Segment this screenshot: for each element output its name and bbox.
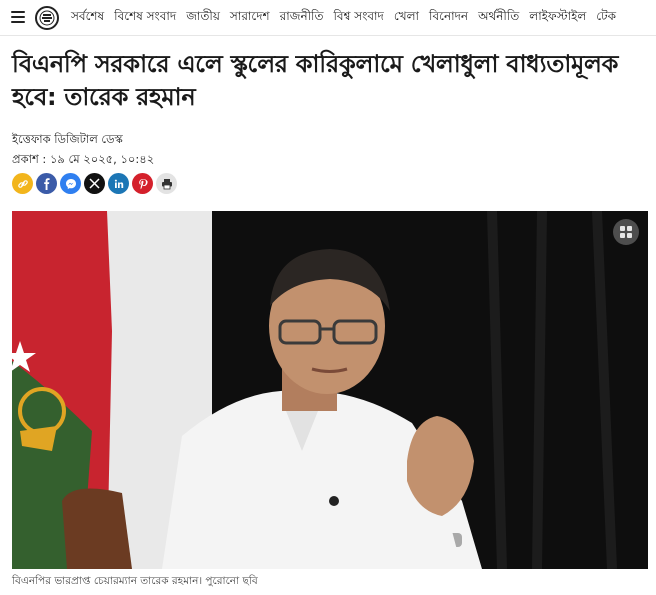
pinterest-icon[interactable] xyxy=(132,173,153,194)
article-author[interactable]: ইত্তেফাক ডিজিটাল ডেস্ক xyxy=(12,131,123,150)
site-logo-icon[interactable] xyxy=(35,6,59,30)
messenger-icon[interactable] xyxy=(60,173,81,194)
gallery-grid-icon[interactable] xyxy=(613,219,639,245)
nav-item-entertainment[interactable]: বিনোদন xyxy=(424,8,473,28)
nav-item-tech[interactable]: টেক xyxy=(591,8,621,28)
x-icon[interactable] xyxy=(84,173,105,194)
nav-item-world[interactable]: বিশ্ব সংবাদ xyxy=(329,8,389,28)
print-icon[interactable] xyxy=(156,173,177,194)
top-navbar: সর্বশেষ বিশেষ সংবাদ জাতীয় সারাদেশ রাজনী… xyxy=(0,0,656,36)
nav-item-lifestyle[interactable]: লাইফস্টাইল xyxy=(524,8,591,28)
article-photo xyxy=(12,211,648,569)
nav-item-politics[interactable]: রাজনীতি xyxy=(275,8,329,28)
facebook-icon[interactable] xyxy=(36,173,57,194)
copy-link-icon[interactable] xyxy=(12,173,33,194)
share-bar xyxy=(12,173,177,195)
nav-item-country[interactable]: সারাদেশ xyxy=(225,8,275,28)
hamburger-icon[interactable] xyxy=(11,11,25,23)
article-headline: বিএনপি সরকারে এলে স্কুলের কারিকুলামে খেল… xyxy=(12,50,619,111)
article-published-time: প্রকাশ : ১৯ মে ২০২৫, ১০:৪২ xyxy=(12,152,155,166)
nav-item-sports[interactable]: খেলা xyxy=(389,8,424,28)
nav-menu: সর্বশেষ বিশেষ সংবাদ জাতীয় সারাদেশ রাজনী… xyxy=(66,0,621,36)
photo-caption: বিএনপির ভারপ্রাপ্ত চেয়ারম্যান তারেক রহম… xyxy=(12,575,258,587)
nav-item-economy[interactable]: অর্থনীতি xyxy=(473,8,524,28)
nav-item-special-news[interactable]: বিশেষ সংবাদ xyxy=(109,8,181,28)
linkedin-icon[interactable] xyxy=(108,173,129,194)
nav-item-latest[interactable]: সর্বশেষ xyxy=(66,8,109,28)
photo-illustration xyxy=(12,211,648,569)
nav-item-national[interactable]: জাতীয় xyxy=(181,8,225,28)
